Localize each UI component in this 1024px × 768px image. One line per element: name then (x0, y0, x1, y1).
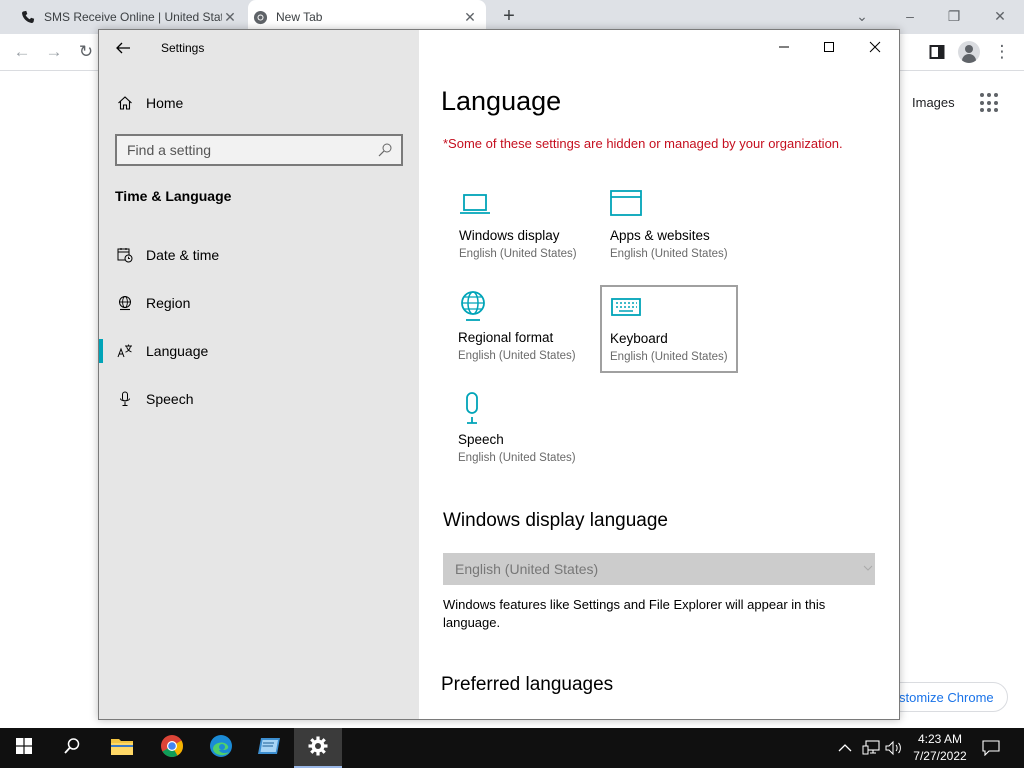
tile-name: Apps & websites (610, 228, 710, 243)
volume-icon[interactable] (885, 728, 903, 768)
close-tab-icon[interactable]: ✕ (462, 9, 478, 25)
side-panel-icon[interactable] (925, 40, 949, 64)
nav-region[interactable]: Region (99, 283, 419, 323)
tile-keyboard[interactable]: Keyboard English (United States) (600, 285, 738, 373)
taskbar-chrome[interactable] (148, 728, 196, 768)
chrome-menu-icon[interactable]: ⋮ (990, 40, 1014, 64)
nav-item-label: Region (146, 295, 191, 311)
search-input[interactable] (117, 142, 377, 158)
settings-window: Settings Home Time & Language Date & tim… (98, 29, 900, 720)
tile-name: Windows display (459, 228, 560, 243)
chrome-icon (252, 9, 268, 25)
dropdown-value: English (United States) (455, 561, 599, 577)
calendar-clock-icon (116, 246, 134, 264)
org-managed-notice: *Some of these settings are hidden or ma… (443, 136, 843, 151)
search-icon (63, 737, 81, 760)
new-tab-plus-icon[interactable]: + (498, 6, 520, 28)
tile-value: English (United States) (610, 248, 728, 260)
tile-regional-format[interactable]: Regional format English (United States) (440, 286, 578, 374)
search-icon[interactable] (377, 142, 393, 158)
page-title: Language (441, 86, 562, 116)
globe-icon (116, 294, 134, 312)
tile-speech[interactable]: Speech English (United States) (440, 388, 578, 476)
nav-item-label: Language (146, 343, 209, 359)
tile-value: English (United States) (610, 351, 728, 363)
images-link[interactable]: Images (912, 95, 955, 110)
microphone-icon (116, 390, 134, 408)
tile-value: English (United States) (459, 248, 577, 260)
back-arrow-icon[interactable] (113, 38, 133, 58)
close-tab-icon[interactable]: ✕ (222, 9, 238, 25)
window-title: Settings (161, 41, 205, 55)
show-hidden-icons-chevron[interactable] (838, 728, 852, 768)
browser-close-icon[interactable]: ✕ (988, 4, 1012, 28)
gear-icon (308, 736, 328, 761)
app-window-icon (257, 736, 281, 761)
chrome-icon (160, 734, 184, 763)
taskbar-clock[interactable]: 4:23 AM 7/27/2022 (904, 731, 976, 765)
network-icon[interactable] (862, 728, 880, 768)
clock-date: 7/27/2022 (913, 749, 967, 763)
taskbar-edge[interactable] (197, 728, 245, 768)
chevron-down-icon (863, 561, 873, 575)
start-button[interactable] (0, 728, 48, 768)
section-heading: Time & Language (115, 188, 232, 204)
folder-icon (110, 736, 134, 761)
maximize-icon[interactable] (814, 36, 844, 58)
google-apps-icon[interactable] (980, 93, 1000, 113)
search-button[interactable] (48, 728, 96, 768)
preferred-languages-heading: Preferred languages (441, 674, 614, 695)
customize-chrome-button[interactable]: stomize Chrome (884, 682, 1008, 712)
tile-value: English (United States) (458, 350, 576, 362)
tile-windows-display[interactable]: Windows display English (United States) (441, 184, 579, 272)
taskbar-file-explorer[interactable] (98, 728, 146, 768)
close-icon[interactable] (860, 36, 890, 58)
tile-apps-websites[interactable]: Apps & websites English (United States) (592, 184, 730, 272)
profile-avatar-icon[interactable] (958, 41, 980, 63)
display-language-dropdown[interactable]: English (United States) (443, 553, 875, 585)
tab-label: New Tab (276, 10, 323, 24)
laptop-icon (459, 188, 491, 220)
minimize-icon[interactable] (769, 36, 799, 58)
language-icon (116, 342, 134, 360)
taskbar-settings[interactable] (294, 728, 342, 768)
display-language-heading: Windows display language (443, 510, 668, 531)
nav-date-time[interactable]: Date & time (99, 235, 419, 275)
tile-name: Regional format (458, 330, 554, 345)
browser-minimize-icon[interactable]: – (898, 4, 922, 28)
tab-search-chevron-icon[interactable]: ⌄ (850, 4, 874, 28)
phone-icon (20, 9, 36, 25)
keyboard-icon (610, 291, 642, 323)
nav-language[interactable]: Language (99, 331, 419, 371)
microphone-icon (458, 392, 490, 424)
back-arrow-icon[interactable]: ← (10, 40, 34, 64)
taskbar-app[interactable] (245, 728, 293, 768)
home-icon (116, 94, 134, 112)
action-center-icon[interactable] (982, 728, 1000, 768)
nav-home[interactable]: Home (99, 83, 419, 123)
globe-icon (458, 290, 490, 322)
nav-item-label: Speech (146, 391, 194, 407)
taskbar: 4:23 AM 7/27/2022 (0, 728, 1024, 768)
settings-content-pane: Language *Some of these settings are hid… (419, 30, 899, 719)
nav-home-label: Home (146, 95, 184, 111)
window-icon (610, 188, 642, 220)
settings-nav-pane: Settings Home Time & Language Date & tim… (99, 30, 419, 719)
windows-logo-icon (16, 737, 32, 759)
nav-speech[interactable]: Speech (99, 379, 419, 419)
tile-name: Speech (458, 432, 504, 447)
browser-restore-icon[interactable]: ❐ (942, 4, 966, 28)
tile-name: Keyboard (610, 331, 668, 346)
tab-label: SMS Receive Online | United Stat (44, 10, 222, 24)
find-setting-search[interactable] (115, 134, 403, 166)
nav-item-label: Date & time (146, 247, 220, 263)
forward-arrow-icon[interactable]: → (42, 40, 66, 64)
tile-value: English (United States) (458, 452, 576, 464)
edge-icon (209, 734, 233, 763)
display-language-description: Windows features like Settings and File … (443, 597, 826, 630)
reload-icon[interactable]: ↻ (74, 40, 98, 64)
clock-time: 4:23 AM (917, 732, 963, 746)
